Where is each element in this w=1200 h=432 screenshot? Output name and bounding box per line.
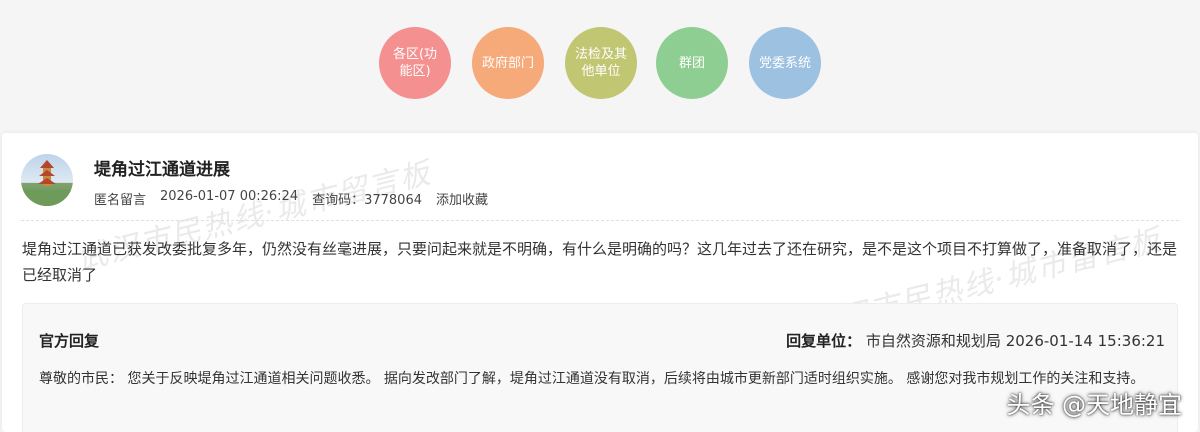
reply-unit-name: 市自然资源和规划局 <box>865 332 1001 350</box>
category-label: 党委系统 <box>758 55 811 71</box>
post-datetime: 2026-01-07 00:26:24 <box>160 189 299 204</box>
divider <box>21 220 1179 221</box>
category-nav: 各区(功 能区) 政府部门 法检及其 他单位 群团 党委系统 <box>0 27 1200 103</box>
post-content: 堤角过江通道已获发改委批复多年，仍然没有丝毫进展，只要问起来就是不明确，有什么是… <box>22 240 1178 284</box>
reply-heading: 官方回复 <box>39 332 100 350</box>
tower-icon <box>21 160 73 206</box>
post-title: 堤角过江通道进展 <box>94 160 230 180</box>
category-label: 政府部门 <box>481 55 534 71</box>
category-districts-button[interactable]: 各区(功 能区) <box>379 27 451 99</box>
reply-content: 尊敬的市民： 您关于反映堤角过江通道相关问题收悉。 据向发改部门了解，堤角过江通… <box>39 371 1145 387</box>
query-code: 查询码：3778064 <box>312 193 422 208</box>
author: 匿名留言 <box>94 193 147 208</box>
category-label: 法检及其 他单位 <box>574 47 627 79</box>
category-government-button[interactable]: 政府部门 <box>472 27 544 99</box>
message-card: 武汉市民热线·城市留言板 武汉市民热线·城市留言板 堤角过江通道进展 匿名留言 … <box>2 133 1198 432</box>
reply-unit: 回复单位： 市自然资源和规划局 2026-01-14 15:36:21 <box>786 330 1165 351</box>
avatar <box>21 154 73 206</box>
reply-datetime: 2026-01-14 15:36:21 <box>1005 332 1165 350</box>
official-reply: 官方回复 回复单位： 市自然资源和规划局 2026-01-14 15:36:21… <box>22 303 1178 432</box>
post-meta: 匿名留言 2026-01-07 00:26:24 查询码：3778064 添加收… <box>94 189 488 208</box>
category-groups-button[interactable]: 群团 <box>656 27 728 99</box>
credit-watermark: 头条 @天地静宜 <box>1006 391 1182 419</box>
category-label: 各区(功 能区) <box>392 47 438 79</box>
add-favorite-link[interactable]: 添加收藏 <box>436 189 488 208</box>
reply-unit-label: 回复单位： <box>786 332 862 350</box>
category-party-button[interactable]: 党委系统 <box>749 27 821 99</box>
category-judicial-button[interactable]: 法检及其 他单位 <box>565 27 637 99</box>
category-label: 群团 <box>678 55 705 71</box>
